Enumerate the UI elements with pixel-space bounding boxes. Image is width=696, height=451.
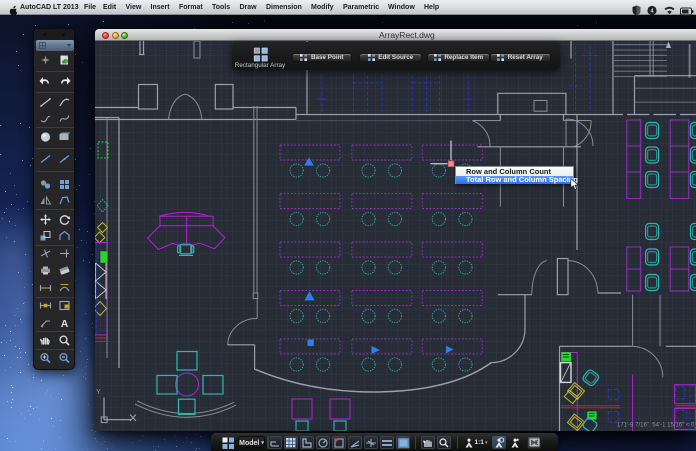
- svg-text:171'-9 7/16", 54'-1 15/16" < 0: 171'-9 7/16", 54'-1 15/16" < 0: [617, 423, 695, 429]
- svg-text:A: A: [61, 318, 69, 330]
- svg-text:Y: Y: [96, 389, 101, 396]
